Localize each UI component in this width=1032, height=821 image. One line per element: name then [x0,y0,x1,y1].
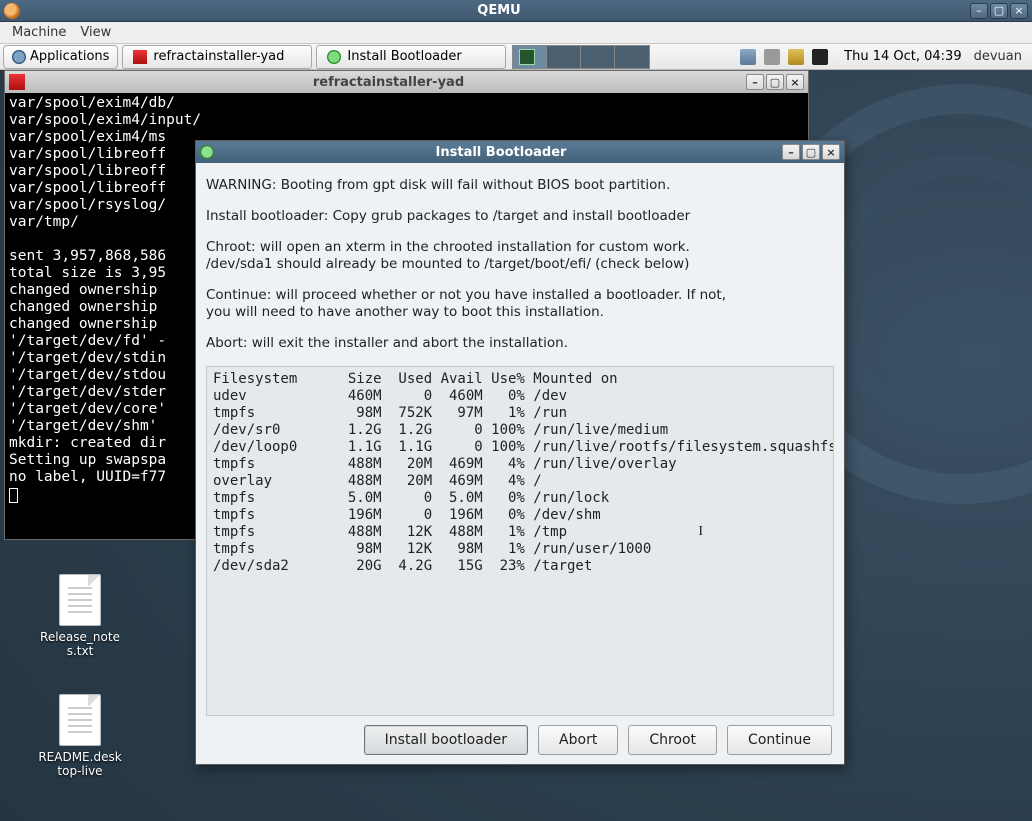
dialog-warning-text: WARNING: Booting from gpt disk will fail… [206,177,834,194]
host-maximize-button[interactable]: ▢ [990,3,1008,19]
applications-menu-button[interactable]: Applications [3,45,118,69]
installer-icon [327,50,341,64]
desktop-icon-readme[interactable]: README.desk top-live [25,694,135,778]
install-bootloader-dialog: Install Bootloader – ▢ × WARNING: Bootin… [195,140,845,765]
audio-icon[interactable] [764,49,780,65]
dialog-abort-text: Abort: will exit the installer and abort… [206,335,834,352]
dialog-close-button[interactable]: × [822,144,840,160]
host-minimize-button[interactable]: – [970,3,988,19]
workspace-4[interactable] [615,46,649,68]
system-tray [734,49,834,65]
desktop-icon-label: README.desk top-live [25,750,135,778]
app-icon [133,50,147,64]
abort-button[interactable]: Abort [538,725,618,755]
dialog-titlebar[interactable]: Install Bootloader – ▢ × [196,141,844,163]
dialog-install-text: Install bootloader: Copy grub packages t… [206,208,834,225]
desktop-icon-label: Release_note s.txt [25,630,135,658]
text-cursor-icon: I [698,523,703,540]
text-file-icon [59,574,101,626]
workspace-switcher[interactable] [512,45,650,69]
network-icon[interactable] [788,49,804,65]
dialog-title: Install Bootloader [220,145,782,160]
text-file-icon [59,694,101,746]
chroot-button[interactable]: Chroot [628,725,717,755]
workspace-1[interactable] [513,46,547,68]
devuan-swirl-icon [12,50,26,64]
terminal-maximize-button[interactable]: ▢ [766,74,784,90]
dialog-button-row: Install bootloader Abort Chroot Continue [196,716,844,764]
desktop-icon-release-notes[interactable]: Release_note s.txt [25,574,135,658]
terminal-titlebar[interactable]: refractainstaller-yad – ▢ × [5,71,808,93]
host-menu-view[interactable]: View [80,25,111,40]
taskbar-item-label: Install Bootloader [347,49,461,64]
host-close-button[interactable]: × [1010,3,1028,19]
dialog-maximize-button[interactable]: ▢ [802,144,820,160]
host-menubar: Machine View [0,22,1032,44]
guest-panel: Applications refractainstaller-yad Insta… [0,44,1032,70]
install-bootloader-button[interactable]: Install bootloader [364,725,528,755]
panel-distro-label: devuan [972,49,1032,64]
guest-desktop: Applications refractainstaller-yad Insta… [0,44,1032,821]
terminal-app-icon [9,74,25,90]
workspace-3[interactable] [581,46,615,68]
dialog-continue-text: Continue: will proceed whether or not yo… [206,287,834,321]
taskbar-item-refractainstaller[interactable]: refractainstaller-yad [122,45,312,69]
taskbar-item-label: refractainstaller-yad [153,49,284,64]
notifications-icon[interactable] [812,49,828,65]
terminal-title: refractainstaller-yad [31,75,746,90]
applications-menu-label: Applications [30,49,109,64]
workspace-2[interactable] [547,46,581,68]
filesystem-listing[interactable]: Filesystem Size Used Avail Use% Mounted … [206,366,834,716]
terminal-minimize-button[interactable]: – [746,74,764,90]
display-icon[interactable] [740,49,756,65]
host-menu-machine[interactable]: Machine [12,25,66,40]
dialog-body: WARNING: Booting from gpt disk will fail… [196,163,844,716]
host-window-title: QEMU [28,3,970,18]
dialog-icon [200,145,214,159]
panel-clock[interactable]: Thu 14 Oct, 04:39 [834,49,971,64]
dialog-minimize-button[interactable]: – [782,144,800,160]
dialog-chroot-text: Chroot: will open an xterm in the chroot… [206,239,834,273]
host-window-titlebar: QEMU – ▢ × [0,0,1032,22]
taskbar-item-install-bootloader[interactable]: Install Bootloader [316,45,506,69]
qemu-icon [4,3,20,19]
terminal-close-button[interactable]: × [786,74,804,90]
continue-button[interactable]: Continue [727,725,832,755]
